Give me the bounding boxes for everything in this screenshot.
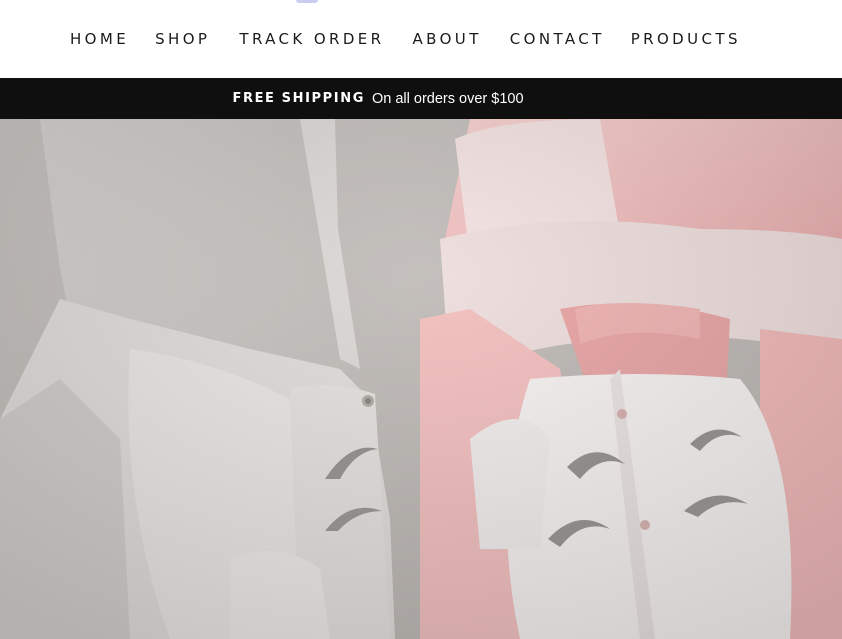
nav-home[interactable]: HOME [70, 29, 129, 49]
nav-shop[interactable]: SHOP [155, 29, 210, 49]
hero-banner[interactable] [0, 119, 842, 639]
nav-track-order[interactable]: TRACK ORDER [239, 29, 384, 49]
nav-contact[interactable]: CONTACT [510, 29, 605, 49]
announcement-text: On all orders over $100 [371, 90, 524, 107]
main-menu: HOME SHOP TRACK ORDER ABOUT CONTACT PROD… [70, 29, 741, 49]
hero-image [0, 119, 842, 639]
announcement-bar: FREE SHIPPING On all orders over $100 [0, 78, 842, 119]
nav-products[interactable]: PRODUCTS [631, 29, 741, 49]
nav-about[interactable]: ABOUT [413, 29, 482, 49]
top-navigation: HOME SHOP TRACK ORDER ABOUT CONTACT PROD… [0, 0, 842, 78]
logo-fragment[interactable] [296, 0, 318, 3]
announcement-highlight: FREE SHIPPING [232, 91, 365, 106]
